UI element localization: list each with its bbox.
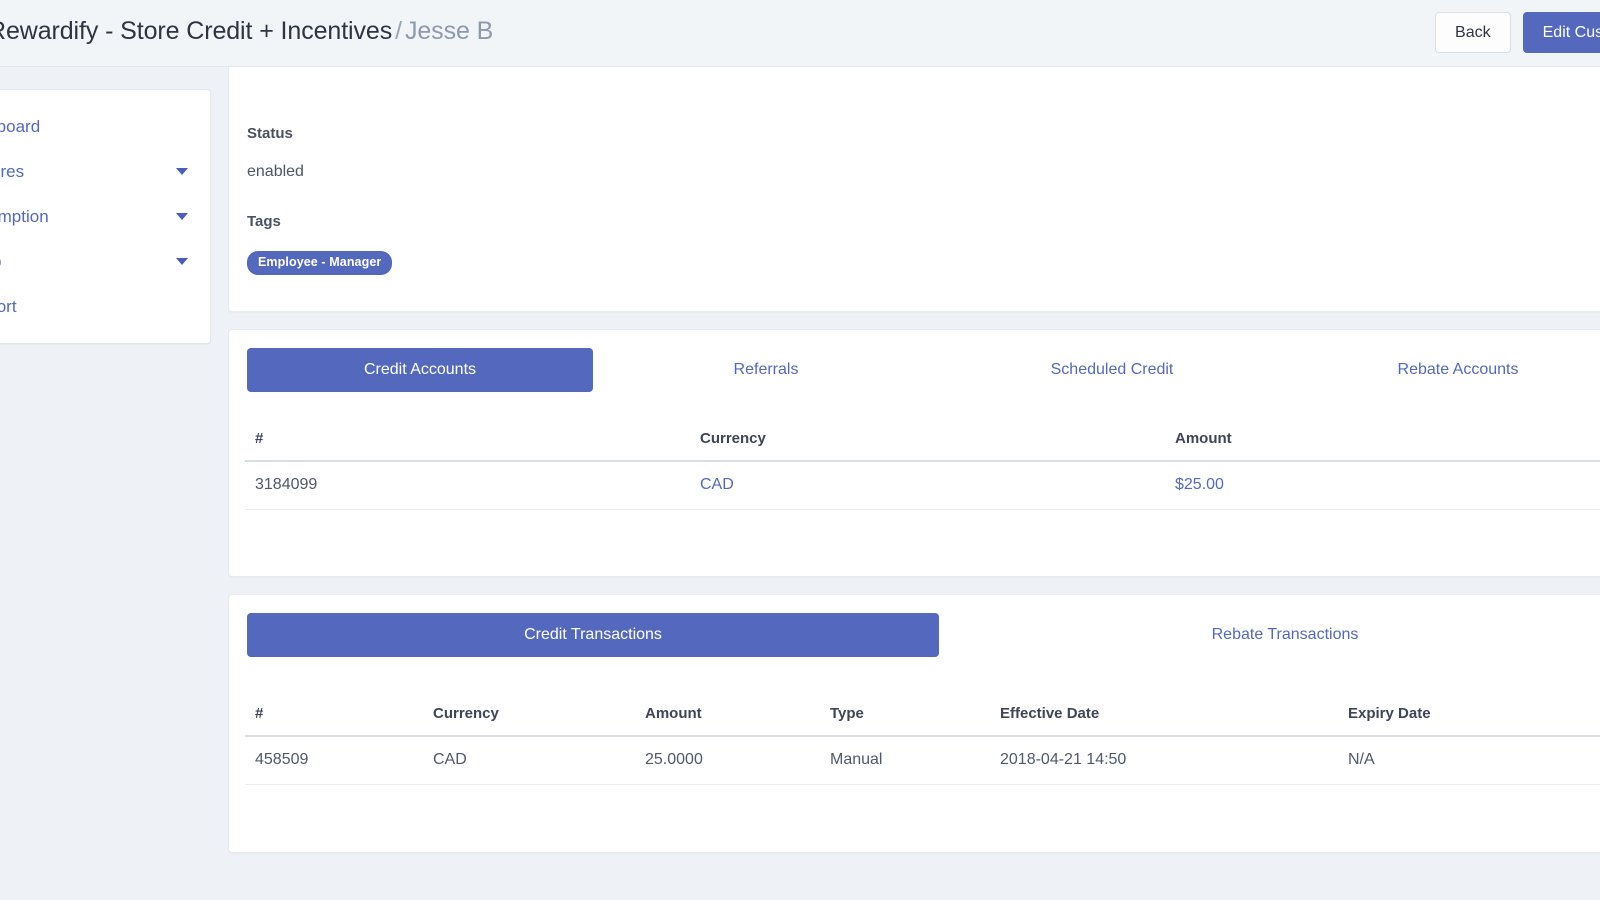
back-button[interactable]: Back — [1435, 12, 1511, 53]
column-header-amount: Amount — [1165, 420, 1600, 461]
sidebar: Dashboard Features Redemption Setup Supp… — [0, 89, 211, 344]
sidebar-item-label: Features — [0, 162, 168, 182]
column-header-expiry-date: Expiry Date — [1338, 695, 1600, 736]
cell-account-amount[interactable]: $25.00 — [1165, 461, 1600, 510]
sidebar-item-label: Setup — [0, 252, 168, 272]
breadcrumb-separator: / — [392, 17, 405, 45]
breadcrumb: Rewardify - Store Credit + Incentives/Je… — [0, 17, 493, 46]
header-actions: Back Edit Customer — [1435, 12, 1600, 53]
table-header-row: # Currency Amount Type Effective Date Ex… — [245, 695, 1600, 736]
tab-credit-transactions[interactable]: Credit Transactions — [247, 613, 939, 657]
page-title: Rewardify - Store Credit + Incentives — [0, 17, 392, 45]
credit-transactions-table: # Currency Amount Type Effective Date Ex… — [245, 695, 1600, 785]
sidebar-item-label: Dashboard — [0, 117, 188, 137]
credit-accounts-card: Credit Accounts Referrals Scheduled Cred… — [228, 329, 1600, 577]
cell-transaction-expiry-date: N/A — [1338, 736, 1600, 785]
table-header-row: # Currency Amount — [245, 420, 1600, 461]
table-row: 3184099 CAD $25.00 — [245, 461, 1600, 510]
status-label: Status — [247, 125, 1600, 142]
sidebar-item-label: Redemption — [0, 207, 168, 227]
cell-account-currency[interactable]: CAD — [690, 461, 1165, 510]
breadcrumb-customer-name: Jesse B — [405, 17, 493, 45]
customer-info-card: Status enabled Tags Employee - Manager — [228, 67, 1600, 312]
sidebar-item-setup[interactable]: Setup — [0, 239, 210, 284]
column-header-effective-date: Effective Date — [990, 695, 1338, 736]
credit-transactions-card: Credit Transactions Rebate Transactions … — [228, 594, 1600, 853]
tags-label: Tags — [247, 213, 1600, 230]
column-header-number: # — [245, 420, 690, 461]
sidebar-item-label: Support — [0, 297, 188, 317]
cell-account-id: 3184099 — [245, 461, 690, 510]
chevron-down-icon — [176, 258, 188, 265]
column-header-amount: Amount — [635, 695, 820, 736]
tab-scheduled-credit[interactable]: Scheduled Credit — [939, 348, 1285, 392]
table-row: 458509 CAD 25.0000 Manual 2018-04-21 14:… — [245, 736, 1600, 785]
tag-list: Employee - Manager — [247, 251, 1600, 275]
credit-accounts-table: # Currency Amount 3184099 CAD $25.00 — [245, 420, 1600, 510]
column-header-currency: Currency — [690, 420, 1165, 461]
transactions-tabbar: Credit Transactions Rebate Transactions — [247, 613, 1600, 657]
cell-transaction-id: 458509 — [245, 736, 423, 785]
cell-transaction-effective-date: 2018-04-21 14:50 — [990, 736, 1338, 785]
column-header-number: # — [245, 695, 423, 736]
status-badge: Employee - Manager — [247, 251, 392, 275]
tab-rebate-accounts[interactable]: Rebate Accounts — [1285, 348, 1600, 392]
accounts-tabbar: Credit Accounts Referrals Scheduled Cred… — [247, 348, 1600, 392]
edit-customer-button[interactable]: Edit Customer — [1523, 12, 1600, 53]
cell-transaction-currency: CAD — [423, 736, 635, 785]
status-value: enabled — [247, 163, 1600, 181]
cell-transaction-amount: 25.0000 — [635, 736, 820, 785]
cell-transaction-type: Manual — [820, 736, 990, 785]
chevron-down-icon — [176, 168, 188, 175]
column-header-type: Type — [820, 695, 990, 736]
chevron-down-icon — [176, 213, 188, 220]
main-content: Status enabled Tags Employee - Manager C… — [228, 67, 1600, 853]
sidebar-item-features[interactable]: Features — [0, 149, 210, 194]
column-header-currency: Currency — [423, 695, 635, 736]
sidebar-item-support[interactable]: Support — [0, 284, 210, 329]
sidebar-item-redemption[interactable]: Redemption — [0, 194, 210, 239]
sidebar-item-dashboard[interactable]: Dashboard — [0, 104, 210, 149]
app-header: Rewardify - Store Credit + Incentives/Je… — [0, 0, 1600, 67]
tab-credit-accounts[interactable]: Credit Accounts — [247, 348, 593, 392]
tab-referrals[interactable]: Referrals — [593, 348, 939, 392]
tab-rebate-transactions[interactable]: Rebate Transactions — [939, 613, 1600, 657]
